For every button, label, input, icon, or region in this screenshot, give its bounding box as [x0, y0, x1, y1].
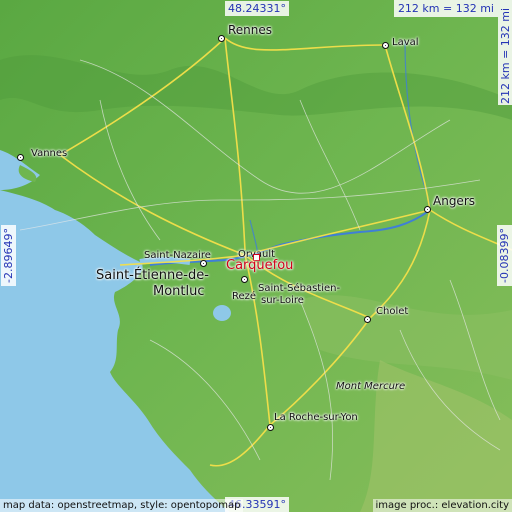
- horizontal-scale-label: 212 km = 132 mi: [393, 0, 498, 17]
- place-name-label: Carquefou: [226, 258, 294, 273]
- city-label-mont-mercure: Mont Mercure: [336, 381, 406, 392]
- city-label-la-roche-sur-yon: La Roche-sur-Yon: [274, 412, 358, 423]
- right-longitude-label: -0.08399°: [497, 225, 512, 286]
- la-roche-sur-yon-dot: [267, 424, 274, 431]
- city-label-saint-nazaire: Saint-Nazaire: [144, 250, 211, 261]
- angers-dot: [424, 206, 431, 213]
- map-attribution: map data: openstreetmap, style: opentopo…: [0, 499, 244, 512]
- rennes-dot: [218, 35, 225, 42]
- city-label-saint-sebastien: Saint-Sébastien-: [258, 283, 341, 294]
- image-attribution: image proc.: elevation.city: [372, 499, 512, 512]
- city-label-angers: Angers: [433, 194, 475, 208]
- topographic-map[interactable]: Rennes Laval Vannes Angers Saint-Nazaire…: [0, 0, 512, 512]
- city-label-rennes: Rennes: [228, 23, 273, 37]
- vertical-scale-bar: 212 km = 132 mi: [498, 0, 512, 105]
- lake-grand-lieu: [213, 305, 231, 321]
- cholet-dot: [364, 316, 371, 323]
- city-label-laval: Laval: [392, 37, 419, 48]
- city-label-saint-etienne-de: Saint-Étienne-de-: [96, 268, 209, 283]
- nantes-dot: [241, 276, 248, 283]
- city-label-vannes: Vannes: [31, 148, 68, 159]
- saint-nazaire-dot: [200, 260, 207, 267]
- vertical-scale-label: 212 km = 132 mi: [499, 7, 512, 104]
- city-label-reze: Rezé: [232, 291, 257, 302]
- vannes-dot: [17, 154, 24, 161]
- left-longitude-label: -2.89649°: [1, 225, 16, 286]
- city-label-cholet: Cholet: [376, 306, 409, 317]
- city-label-montluc: Montluc: [153, 284, 205, 299]
- city-label-sur-loire: sur-Loire: [261, 295, 304, 306]
- top-latitude-label: 48.24331°: [225, 1, 289, 16]
- laval-dot: [382, 42, 389, 49]
